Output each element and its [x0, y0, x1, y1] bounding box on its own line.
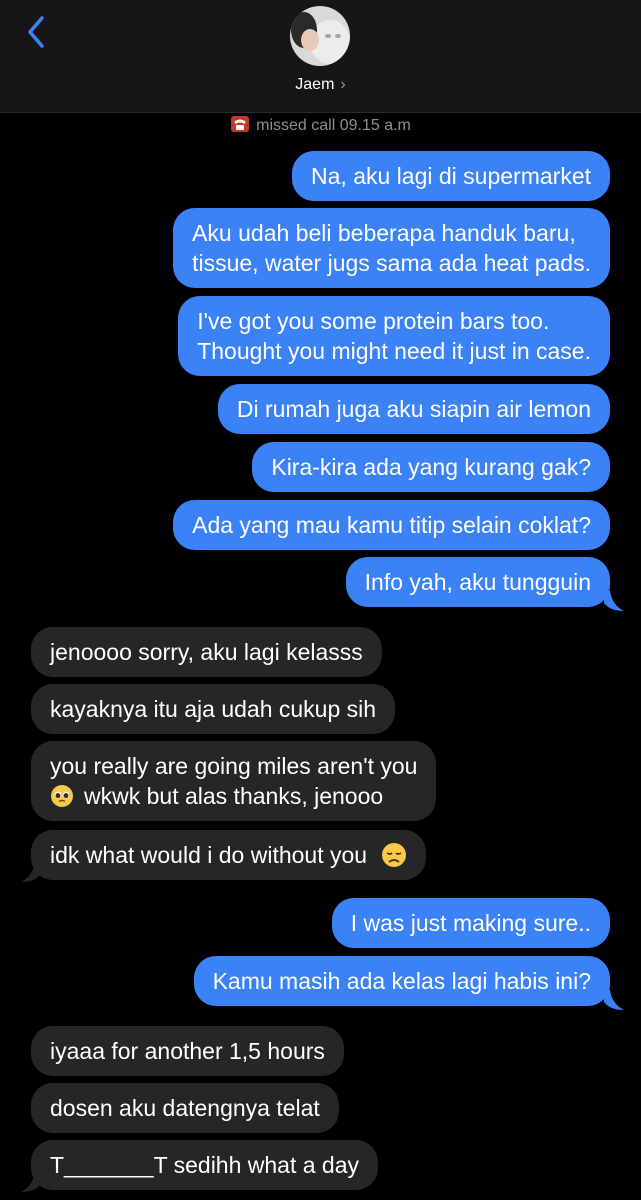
message-text: wkwk but alas thanks, jenooo [84, 783, 384, 809]
message-text: T_______T sedihh what a day [50, 1152, 360, 1178]
bubble-tail [604, 990, 624, 1010]
bubble-tail [21, 1172, 41, 1192]
message-text: idk what would i do without you [50, 842, 368, 868]
outgoing-message[interactable]: I've got you some protein bars too. Thou… [178, 296, 610, 376]
message-text: Ada yang mau kamu titip selain coklat? [192, 512, 591, 538]
avatar[interactable] [290, 6, 350, 66]
message-text: Thought you might need it just in case. [197, 338, 591, 364]
contact-name: Jaem [295, 76, 335, 93]
outgoing-message[interactable]: Aku udah beli beberapa handuk baru, tiss… [173, 208, 610, 288]
missed-call-text: missed call 09.15 a.m [256, 117, 411, 134]
telephone-icon [230, 115, 250, 138]
conversation-header: Jaem › [0, 0, 641, 113]
outgoing-message[interactable]: Kira-kira ada yang kurang gak? [252, 442, 610, 492]
chevron-right-icon: › [340, 76, 346, 93]
incoming-message[interactable]: dosen aku datengnya telat [31, 1083, 339, 1133]
missed-call-notice: missed call 09.15 a.m [0, 115, 641, 138]
incoming-message[interactable]: T_______T sedihh what a day [31, 1140, 379, 1190]
message-text: dosen aku datengnya telat [50, 1095, 320, 1121]
message-text: iyaaa for another 1,5 hours [50, 1038, 325, 1064]
message-text: you really are going miles aren't you [50, 753, 418, 779]
contact-photo [290, 6, 350, 66]
outgoing-message[interactable]: Ada yang mau kamu titip selain coklat? [173, 500, 610, 550]
disappointed-face-emoji [382, 843, 407, 867]
outgoing-message[interactable]: Kamu masih ada kelas lagi habis ini? [193, 956, 610, 1006]
message-text: Na, aku lagi di supermarket [311, 163, 591, 189]
outgoing-message[interactable]: I was just making sure.. [331, 898, 610, 948]
message-text: I was just making sure.. [350, 910, 591, 936]
outgoing-message[interactable]: Di rumah juga aku siapin air lemon [217, 384, 610, 434]
message-text: Info yah, aku tungguin [364, 569, 591, 595]
pleading-face-emoji [51, 785, 73, 807]
outgoing-message[interactable]: Info yah, aku tungguin [345, 557, 610, 607]
chevron-left-icon [28, 16, 44, 48]
contact-name-button[interactable]: Jaem › [0, 76, 641, 94]
incoming-message[interactable]: iyaaa for another 1,5 hours [31, 1026, 344, 1076]
back-button[interactable] [22, 14, 52, 50]
bubble-tail [21, 862, 41, 882]
message-text: Kamu masih ada kelas lagi habis ini? [212, 968, 591, 994]
incoming-message[interactable]: jenoooo sorry, aku lagi kelasss [31, 627, 382, 677]
incoming-message[interactable]: kayaknya itu aja udah cukup sih [31, 684, 396, 734]
incoming-message[interactable]: idk what would i do without you [31, 830, 427, 880]
incoming-message[interactable]: you really are going miles aren't you wk… [31, 741, 437, 821]
outgoing-message[interactable]: Na, aku lagi di supermarket [292, 151, 610, 201]
message-text: tissue, water jugs sama ada heat pads. [192, 250, 591, 276]
message-text: Di rumah juga aku siapin air lemon [236, 396, 591, 422]
message-text: Kira-kira ada yang kurang gak? [271, 454, 591, 480]
message-text: jenoooo sorry, aku lagi kelasss [50, 639, 363, 665]
message-text: kayaknya itu aja udah cukup sih [50, 696, 377, 722]
bubble-tail [604, 591, 624, 611]
message-text: Aku udah beli beberapa handuk baru, [192, 220, 576, 246]
message-text: I've got you some protein bars too. [197, 308, 550, 334]
